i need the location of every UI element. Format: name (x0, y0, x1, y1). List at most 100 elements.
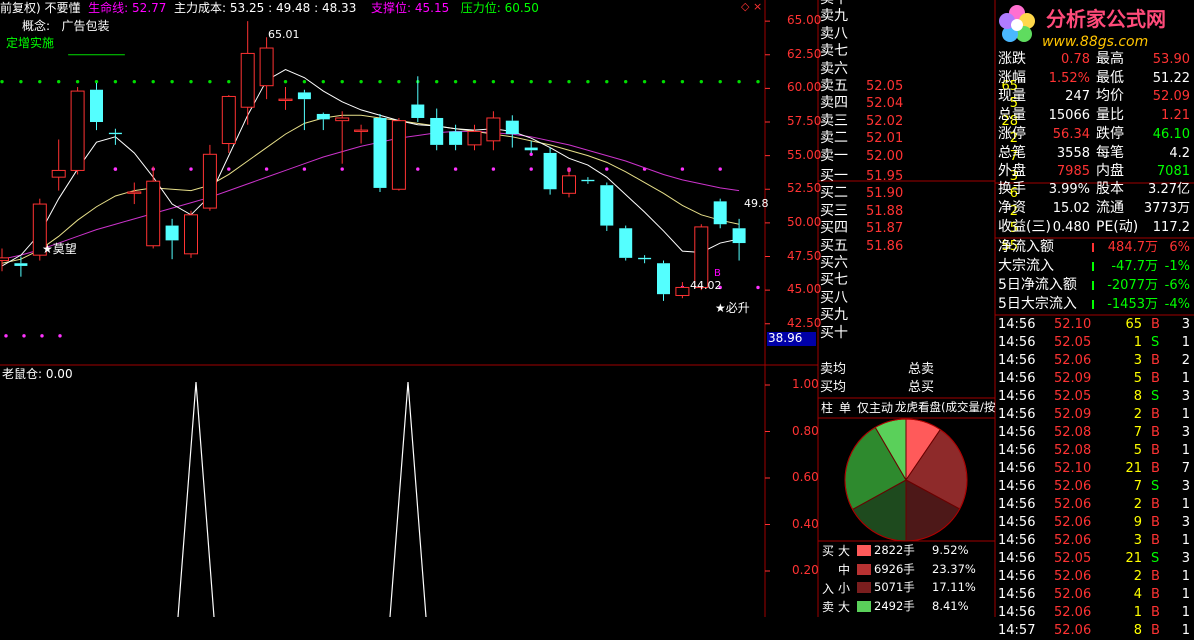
candle[interactable] (14, 256, 28, 277)
pie-size-label: 大 (838, 599, 851, 614)
tick-side: B (1151, 407, 1160, 422)
candle[interactable] (127, 182, 142, 205)
ask-row[interactable]: 卖二 52.01 2 (820, 129, 1018, 148)
tick-price: 52.06 (1054, 515, 1092, 530)
ask-row[interactable]: 卖九 (820, 7, 848, 26)
ask-row[interactable]: 卖六 (820, 60, 848, 79)
candle[interactable] (391, 117, 406, 191)
candle[interactable] (221, 95, 236, 153)
tick-row[interactable]: 14:56 52.09 5 B 1 (998, 369, 1192, 388)
candle[interactable] (430, 108, 444, 151)
candle[interactable] (543, 147, 557, 195)
tick-row[interactable]: 14:56 52.06 2 B 1 (998, 495, 1192, 514)
candle[interactable] (165, 218, 179, 260)
candle[interactable] (0, 248, 9, 272)
tick-row[interactable]: 14:57 52.06 8 B 1 (998, 621, 1192, 640)
tick-row[interactable]: 14:56 52.06 2 B 1 (998, 567, 1192, 586)
ask-row[interactable]: 卖八 (820, 25, 848, 44)
candle[interactable] (184, 210, 198, 258)
tick-row[interactable]: 14:56 52.10 65 B 3 (998, 315, 1192, 334)
bid-row[interactable]: 买七 (820, 271, 848, 290)
candle[interactable] (108, 128, 122, 145)
tick-count: 2 (1181, 353, 1190, 368)
tick-row[interactable]: 14:56 52.06 9 B 3 (998, 513, 1192, 532)
tick-count: 1 (1181, 569, 1190, 584)
quote-row: 涨幅 1.52% 最低 51.22 (998, 69, 1192, 88)
candle[interactable] (90, 83, 103, 131)
candle[interactable] (524, 140, 538, 153)
tick-row[interactable]: 14:56 52.05 8 S 3 (998, 387, 1192, 406)
tick-row[interactable]: 14:56 52.06 1 B 1 (998, 603, 1192, 622)
candle[interactable] (202, 144, 217, 211)
candle[interactable] (240, 21, 255, 125)
tab-bar[interactable]: 柱 (821, 402, 833, 414)
tick-price: 52.05 (1054, 335, 1092, 350)
tab-dragon-tiger[interactable]: 龙虎看盘(成交量/按 (895, 401, 995, 414)
ask-row[interactable]: 卖五 52.05 65 (820, 77, 1018, 96)
ask-row[interactable]: 卖七 (820, 42, 848, 61)
candle[interactable] (486, 111, 501, 151)
candle[interactable] (581, 177, 595, 184)
tick-row[interactable]: 14:56 52.06 4 B 1 (998, 585, 1192, 604)
tick-row[interactable]: 14:56 52.09 2 B 1 (998, 405, 1192, 424)
candle[interactable] (732, 218, 746, 261)
candle[interactable] (354, 124, 369, 144)
bid-row[interactable]: 买四 51.87 5 (820, 219, 1018, 238)
quote-cell-a: 总笔 (998, 144, 1026, 161)
tick-row[interactable]: 14:56 52.08 5 B 1 (998, 441, 1192, 460)
bid-row[interactable]: 买二 51.90 6 (820, 184, 1018, 203)
ask-row[interactable]: 卖四 52.04 5 (820, 94, 1018, 113)
candle[interactable] (335, 111, 350, 164)
low-annotation: 44.02 (690, 279, 722, 292)
candle[interactable] (411, 76, 425, 123)
candle[interactable] (657, 260, 670, 301)
level-price: 51.87 (866, 221, 904, 237)
bid-row[interactable]: 买八 (820, 289, 848, 308)
flow-bar (1092, 281, 1094, 290)
signal-mark: B (714, 268, 721, 279)
bid-row[interactable]: 买十 (820, 324, 848, 343)
lifeline-dot (756, 285, 760, 290)
candle[interactable] (562, 167, 576, 198)
candle[interactable] (675, 282, 690, 299)
tick-row[interactable]: 14:56 52.06 3 B 1 (998, 531, 1192, 550)
candle[interactable] (505, 115, 519, 148)
candle[interactable] (146, 166, 161, 249)
bid-row[interactable]: 买一 51.95 3 (820, 167, 1018, 186)
ask-row[interactable]: 卖三 52.02 28 (820, 112, 1018, 131)
level-label: 买一 (820, 168, 848, 184)
candle[interactable] (70, 87, 85, 175)
candle[interactable] (297, 89, 311, 131)
candle[interactable] (600, 182, 614, 231)
bid-row[interactable]: 买五 51.86 55 (820, 237, 1018, 256)
candle[interactable] (467, 124, 482, 151)
tick-volume: 9 (1133, 515, 1142, 530)
candle[interactable] (316, 112, 330, 131)
tick-row[interactable]: 14:56 52.06 3 B 2 (998, 351, 1192, 370)
avg-sell-row: 卖均 总卖 (820, 360, 934, 379)
bid-row[interactable]: 买三 51.88 2 (820, 202, 1018, 221)
tab-active-only[interactable]: 仅主动 (857, 402, 893, 414)
tick-row[interactable]: 14:56 52.05 21 S 3 (998, 549, 1192, 568)
pressure-dot (510, 79, 514, 84)
adjust-mode[interactable]: 前复权) (0, 1, 41, 15)
logo-url[interactable]: www.88gs.com (1042, 35, 1148, 49)
candle[interactable] (619, 225, 633, 261)
bid-row[interactable]: 买九 (820, 306, 848, 325)
ask-row[interactable]: 卖一 52.00 7 (820, 147, 1018, 166)
tab-single[interactable]: 单 (839, 402, 851, 414)
candle[interactable] (51, 139, 66, 191)
tick-row[interactable]: 14:56 52.06 7 S 3 (998, 477, 1192, 496)
tick-row[interactable]: 14:56 52.05 1 S 1 (998, 333, 1192, 352)
bid-row[interactable]: 买六 (820, 254, 848, 273)
tick-row[interactable]: 14:56 52.08 7 B 3 (998, 423, 1192, 442)
tick-row[interactable]: 14:56 52.10 21 B 7 (998, 459, 1192, 478)
candle[interactable] (278, 87, 293, 110)
candle[interactable] (259, 37, 274, 100)
candle[interactable] (713, 198, 727, 229)
pressure-dot (132, 79, 136, 84)
chart-close-icons[interactable]: ◇ × (741, 1, 762, 12)
candle[interactable] (638, 255, 652, 264)
quote-cell-d: 46.10 (1152, 126, 1190, 142)
candle[interactable] (373, 113, 387, 192)
